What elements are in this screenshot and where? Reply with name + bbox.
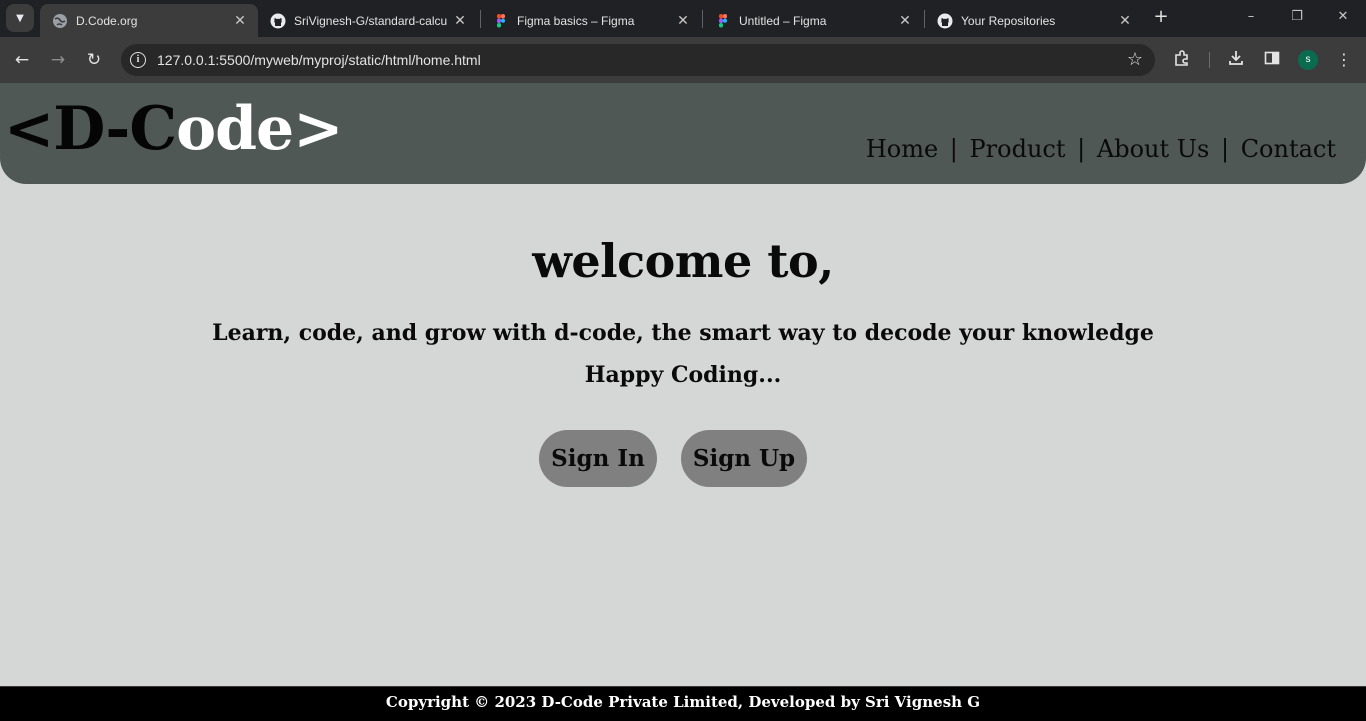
tab-title: Your Repositories bbox=[961, 13, 1056, 28]
close-icon[interactable]: ✕ bbox=[1117, 12, 1133, 29]
logo-light-part: ode> bbox=[176, 94, 343, 164]
sign-in-button[interactable]: Sign In bbox=[539, 430, 657, 487]
tab-title: Figma basics – Figma bbox=[517, 13, 635, 28]
url-text[interactable]: 127.0.0.1:5500/myweb/myproj/static/html/… bbox=[157, 52, 481, 68]
download-icon[interactable] bbox=[1225, 49, 1247, 71]
close-icon[interactable]: ✕ bbox=[897, 12, 913, 29]
extensions-icon[interactable] bbox=[1171, 49, 1193, 71]
footer-copyright: Copyright © 2023 D-Code Private Limited,… bbox=[385, 693, 981, 711]
forward-arrow-icon[interactable]: → bbox=[47, 49, 69, 71]
browser-toolbar: ← → ↻ i 127.0.0.1:5500/myweb/myproj/stat… bbox=[0, 37, 1366, 83]
browser-tab-dcode[interactable]: D.Code.org ✕ bbox=[40, 4, 258, 37]
window-close-icon[interactable]: ✕ bbox=[1320, 0, 1366, 34]
side-panel-icon[interactable] bbox=[1261, 49, 1283, 71]
browser-tab-figma-basics[interactable]: Figma basics – Figma ✕ bbox=[481, 4, 701, 37]
figma-icon bbox=[715, 13, 731, 29]
close-icon[interactable]: ✕ bbox=[675, 12, 691, 29]
tab-title: SriVignesh-G/standard-calcu bbox=[294, 13, 448, 28]
bookmark-star-icon[interactable]: ☆ bbox=[1127, 49, 1143, 70]
site-info-icon[interactable]: i bbox=[130, 52, 146, 68]
nav-link-product[interactable]: Product bbox=[970, 135, 1066, 163]
more-menu-icon[interactable]: ⋮ bbox=[1333, 49, 1355, 71]
hero-subline: Happy Coding... bbox=[584, 362, 782, 388]
nav-link-about-us[interactable]: About Us bbox=[1097, 135, 1209, 163]
browser-tab-untitled-figma[interactable]: Untitled – Figma ✕ bbox=[703, 4, 923, 37]
browser-tab-github-calculator[interactable]: SriVignesh-G/standard-calcu ✕ bbox=[258, 4, 478, 37]
tab-title: D.Code.org bbox=[76, 13, 138, 28]
new-tab-button[interactable]: + bbox=[1150, 6, 1172, 28]
chevron-down-icon: ▼ bbox=[16, 12, 24, 24]
nav-separator: | bbox=[1220, 135, 1230, 163]
hero-heading: welcome to, bbox=[532, 234, 834, 288]
nav-link-contact[interactable]: Contact bbox=[1241, 135, 1336, 163]
sign-up-button[interactable]: Sign Up bbox=[681, 430, 807, 487]
nav-separator: | bbox=[949, 135, 958, 163]
site-header: <D-Code> Home | Product | About Us | Con… bbox=[0, 83, 1366, 184]
nav-link-home[interactable]: Home bbox=[866, 135, 938, 163]
toolbar-divider bbox=[1209, 52, 1210, 68]
close-icon[interactable]: ✕ bbox=[232, 12, 248, 29]
github-icon bbox=[937, 13, 953, 29]
minimize-icon[interactable]: – bbox=[1228, 0, 1274, 34]
figma-icon bbox=[493, 13, 509, 29]
main-nav: Home | Product | About Us | Contact bbox=[866, 135, 1336, 163]
browser-tab-strip: ▼ D.Code.org ✕ SriVignesh-G/standard-cal… bbox=[0, 0, 1366, 37]
close-icon[interactable]: ✕ bbox=[452, 12, 468, 29]
restore-icon[interactable]: ❐ bbox=[1274, 0, 1320, 34]
logo-dark-part: <D-C bbox=[4, 94, 177, 164]
globe-icon bbox=[52, 13, 68, 29]
back-arrow-icon[interactable]: ← bbox=[11, 49, 33, 71]
profile-avatar[interactable]: s bbox=[1298, 50, 1318, 70]
hero-tagline: Learn, code, and grow with d-code, the s… bbox=[212, 320, 1154, 346]
site-footer: Copyright © 2023 D-Code Private Limited,… bbox=[0, 686, 1366, 721]
tab-search-button[interactable]: ▼ bbox=[6, 4, 34, 32]
github-icon bbox=[270, 13, 286, 29]
reload-icon[interactable]: ↻ bbox=[83, 49, 105, 71]
site-logo[interactable]: <D-Code> bbox=[4, 99, 344, 159]
nav-separator: | bbox=[1077, 135, 1086, 163]
tab-title: Untitled – Figma bbox=[739, 13, 827, 28]
address-bar[interactable]: i 127.0.0.1:5500/myweb/myproj/static/htm… bbox=[121, 44, 1155, 76]
browser-tab-your-repositories[interactable]: Your Repositories ✕ bbox=[925, 4, 1143, 37]
